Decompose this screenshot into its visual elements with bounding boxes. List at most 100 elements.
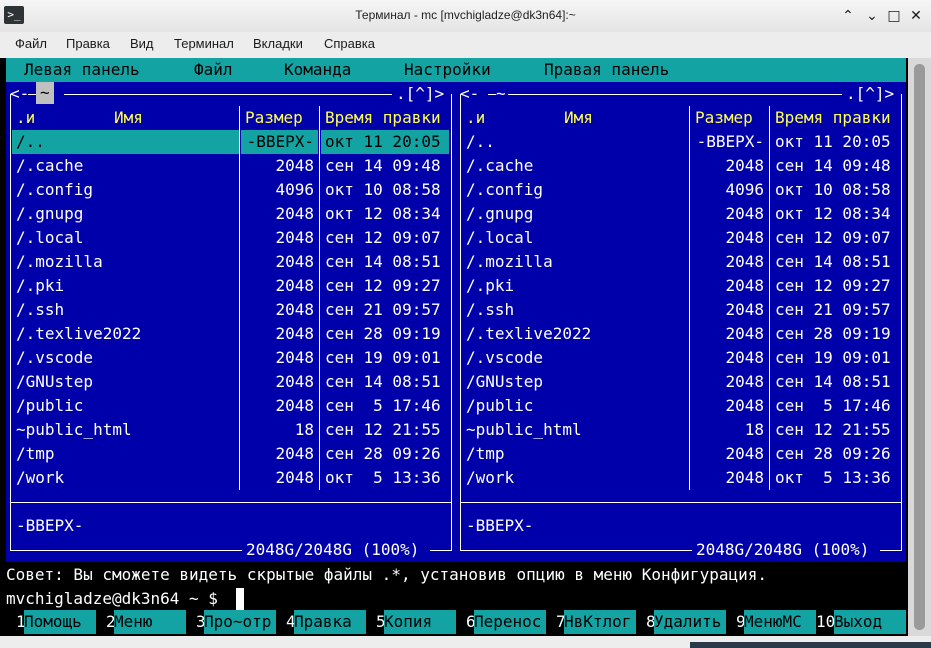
file-size: 2048 [275, 204, 314, 223]
file-mtime: сен 14 08:51 [775, 252, 891, 271]
file-name: /.cache [466, 156, 534, 175]
fkey-mkdir-button[interactable]: НвКтлог [564, 610, 636, 634]
left-header-name[interactable]: Имя [114, 106, 143, 130]
fkey-edit-button[interactable]: Правка [294, 610, 366, 634]
title-bar: >_ Терминал - mc [mvchigladze@dk3n64]:~ … [0, 0, 931, 33]
file-name: ~public_html [16, 420, 132, 439]
file-mtime: сен 12 09:07 [775, 228, 891, 247]
menu-edit[interactable]: Правка [66, 36, 110, 51]
file-size: 2048 [725, 468, 764, 487]
file-mtime: окт 12 08:34 [325, 204, 441, 223]
file-name: /.texlive2022 [16, 324, 142, 343]
desktop-background [690, 642, 931, 648]
fkey-view-button[interactable]: Про~отр [204, 610, 276, 634]
left-header-size[interactable]: Размер [245, 106, 303, 130]
file-mtime: сен 14 08:51 [325, 252, 441, 271]
file-name: /.pki [16, 276, 65, 295]
scrollbar-thumb[interactable] [914, 64, 925, 630]
file-name: /.vscode [16, 348, 94, 367]
window-title: Терминал - mc [mvchigladze@dk3n64]:~ [355, 8, 576, 22]
file-size: 2048 [275, 444, 314, 463]
file-mtime: окт 5 13:36 [325, 468, 441, 487]
right-panel-indicator[interactable]: .[^]> [846, 82, 895, 106]
file-size: 18 [744, 420, 764, 439]
minimize-icon[interactable]: ⌃ [838, 6, 858, 26]
file-size: 2048 [275, 324, 314, 343]
fkey-move-button[interactable]: Перенос [474, 610, 546, 634]
file-name: /.vscode [466, 348, 544, 367]
file-name: /.ssh [16, 300, 65, 319]
file-size: 2048 [275, 372, 314, 391]
file-name: /work [466, 468, 515, 487]
file-size: 2048 [275, 252, 314, 271]
mc-menu-right-panel[interactable]: Правая панель [544, 58, 669, 82]
terminal-area[interactable]: Левая панель Файл Команда Настройки Прав… [0, 58, 908, 636]
file-name: ~public_html [466, 420, 582, 439]
fkey-menu-button[interactable]: Меню [114, 610, 186, 634]
shell-prompt[interactable]: mvchigladze@dk3n64 ~ $ [6, 587, 218, 611]
file-name: /.. [466, 132, 495, 151]
text-cursor [236, 588, 244, 610]
right-header-mtime[interactable]: Время правки [775, 106, 891, 130]
mc-menu-left-panel[interactable]: Левая панель [24, 58, 140, 82]
mc-menu-options[interactable]: Настройки [404, 58, 491, 82]
file-size: 2048 [275, 348, 314, 367]
file-name: /.ssh [466, 300, 515, 319]
fkey-delete-button[interactable]: Удалить [654, 610, 726, 634]
mc-menu-file[interactable]: Файл [194, 58, 233, 82]
file-name: /GNUstep [466, 372, 544, 391]
maximize-icon[interactable]: □ [884, 6, 904, 26]
file-name: /.. [16, 132, 45, 151]
fkey-num: 10 [816, 612, 836, 631]
file-name: /.texlive2022 [466, 324, 592, 343]
menu-help[interactable]: Справка [324, 36, 375, 51]
file-size: 2048 [275, 468, 314, 487]
fkey-quit-button[interactable]: Выход [834, 610, 906, 634]
left-panel-corner[interactable]: <- [10, 82, 29, 106]
right-header-name[interactable]: Имя [564, 106, 593, 130]
file-size: -ВВЕРХ- [246, 132, 314, 151]
left-panel-path[interactable]: ~ [36, 82, 54, 104]
right-header-size[interactable]: Размер [695, 106, 753, 130]
mc-menu-command[interactable]: Команда [284, 58, 351, 82]
function-key-bar: 1 Помощь 2 Меню 3 Про~отр 4 Правка 5 Коп… [6, 610, 906, 634]
right-mini-status: -ВВЕРХ- [466, 516, 534, 535]
file-size: 4096 [725, 180, 764, 199]
terminal-scrollbar[interactable] [908, 58, 931, 636]
mc-menu-bar: Левая панель Файл Команда Настройки Прав… [6, 58, 906, 82]
file-mtime: окт 10 08:58 [775, 180, 891, 199]
file-mtime: сен 28 09:26 [325, 444, 441, 463]
fkey-help-button[interactable]: Помощь [24, 610, 96, 634]
menu-tabs[interactable]: Вкладки [253, 36, 303, 51]
hint-line: Совет: Вы сможете видеть скрытые файлы .… [6, 565, 767, 584]
file-mtime: сен 12 21:55 [325, 420, 441, 439]
file-mtime: сен 28 09:26 [775, 444, 891, 463]
left-header-mtime[interactable]: Время правки [325, 106, 441, 130]
file-size: 2048 [275, 300, 314, 319]
file-mtime: сен 28 09:19 [775, 324, 891, 343]
right-panel-corner[interactable]: <- [460, 82, 479, 106]
file-size: 2048 [275, 156, 314, 175]
fkey-pulldown-button[interactable]: МенюMC [744, 610, 816, 634]
file-mtime: сен 12 09:27 [775, 276, 891, 295]
close-icon[interactable]: ✕ [906, 6, 926, 26]
file-size: -ВВЕРХ- [696, 132, 764, 151]
file-size: 2048 [725, 204, 764, 223]
file-size: 4096 [275, 180, 314, 199]
left-header-sort[interactable]: .и [16, 106, 35, 130]
left-panel-indicator[interactable]: .[^]> [396, 82, 445, 106]
menu-file[interactable]: Файл [15, 36, 47, 51]
file-size: 2048 [725, 276, 764, 295]
file-name: /tmp [466, 444, 505, 463]
right-panel-path[interactable]: ~ [496, 82, 506, 106]
file-name: /GNUstep [16, 372, 94, 391]
file-mtime: сен 28 09:19 [325, 324, 441, 343]
menu-terminal[interactable]: Терминал [174, 36, 234, 51]
right-header-sort[interactable]: .и [466, 106, 485, 130]
file-mtime: сен 14 08:51 [325, 372, 441, 391]
file-mtime: сен 5 17:46 [325, 396, 441, 415]
fkey-copy-button[interactable]: Копия [384, 610, 456, 634]
menu-view[interactable]: Вид [130, 36, 154, 51]
file-name: /.gnupg [466, 204, 534, 223]
restore-icon[interactable]: ⌄ [862, 6, 882, 26]
